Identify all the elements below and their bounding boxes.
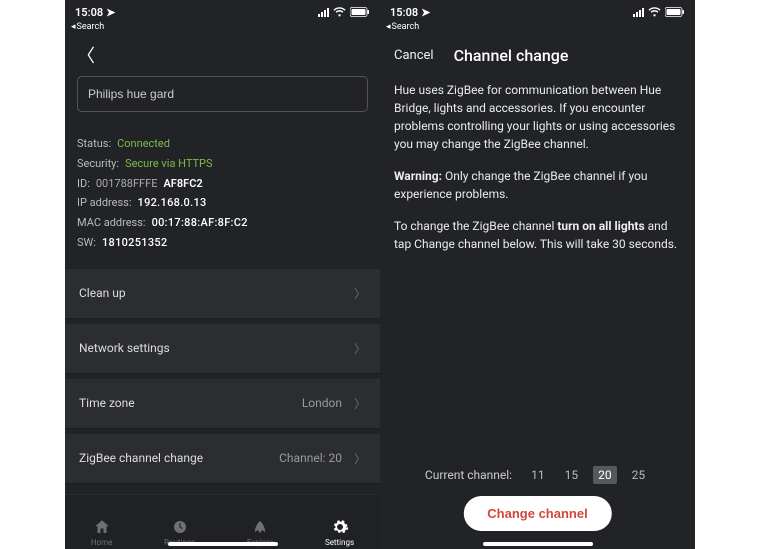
time-zone-row[interactable]: Time zone London 〉 bbox=[65, 379, 380, 429]
channel-15[interactable]: 15 bbox=[560, 466, 584, 484]
row-label: Clean up bbox=[79, 286, 126, 300]
clock-icon bbox=[171, 518, 189, 536]
wifi-icon bbox=[648, 7, 661, 17]
tab-bar: Home Routines Explore Settings bbox=[65, 494, 380, 549]
tab-settings[interactable]: Settings bbox=[325, 518, 354, 547]
signal-icon bbox=[318, 8, 329, 17]
timezone-value: London bbox=[302, 396, 342, 410]
page-title: Channel change bbox=[454, 46, 569, 65]
network-settings-row[interactable]: Network settings 〉 bbox=[65, 324, 380, 374]
home-icon bbox=[93, 518, 111, 536]
battery-icon bbox=[665, 7, 685, 17]
channel-change-screen: 15:08➤ Search Cancel Channel change Hue … bbox=[380, 0, 695, 549]
bridge-name-input[interactable] bbox=[77, 76, 368, 112]
channel-20[interactable]: 20 bbox=[593, 466, 617, 484]
status-bar: 15:08➤ bbox=[65, 0, 380, 22]
tab-label: Home bbox=[91, 538, 113, 547]
tab-label: Settings bbox=[325, 538, 354, 547]
bridge-id: AF8FC2 bbox=[163, 174, 202, 194]
signal-icon bbox=[633, 8, 644, 17]
channel-25[interactable]: 25 bbox=[627, 466, 651, 484]
chevron-right-icon: 〉 bbox=[354, 395, 366, 412]
back-to-search[interactable]: Search bbox=[380, 22, 695, 36]
home-indicator[interactable] bbox=[483, 542, 593, 546]
status-bar: 15:08➤ bbox=[380, 0, 695, 22]
settings-screen: 15:08➤ Search 〈 Status:Connected Securit… bbox=[65, 0, 380, 549]
battery-icon bbox=[350, 7, 370, 17]
back-to-search[interactable]: Search bbox=[65, 22, 380, 36]
ip-address: 192.168.0.13 bbox=[138, 193, 207, 213]
cancel-button[interactable]: Cancel bbox=[394, 48, 434, 63]
channel-selector: Current channel: 11 15 20 25 bbox=[380, 466, 695, 484]
row-label: Network settings bbox=[79, 341, 170, 355]
chevron-right-icon: 〉 bbox=[354, 285, 366, 302]
security-value: Secure via HTTPS bbox=[125, 154, 212, 174]
tab-home[interactable]: Home bbox=[91, 518, 113, 547]
rocket-icon bbox=[251, 518, 269, 536]
row-label: ZigBee channel change bbox=[79, 451, 203, 465]
home-indicator[interactable] bbox=[168, 542, 278, 546]
zigbee-channel-row[interactable]: ZigBee channel change Channel: 20 〉 bbox=[65, 434, 380, 484]
time: 15:08 bbox=[390, 6, 418, 19]
location-icon: ➤ bbox=[421, 6, 430, 19]
sw-version: 1810251352 bbox=[102, 233, 168, 253]
mac-address: 00:17:88:AF:8F:C2 bbox=[152, 213, 248, 233]
current-channel-label: Current channel: bbox=[425, 468, 512, 482]
bridge-info: Status:Connected Security:Secure via HTT… bbox=[77, 134, 368, 253]
back-chevron-icon[interactable]: 〈 bbox=[77, 46, 95, 67]
time: 15:08 bbox=[75, 6, 103, 19]
gear-icon bbox=[331, 518, 349, 536]
zigbee-value: Channel: 20 bbox=[279, 451, 342, 465]
row-label: Time zone bbox=[79, 396, 135, 410]
wifi-icon bbox=[333, 7, 346, 17]
change-channel-button[interactable]: Change channel bbox=[463, 496, 611, 531]
channel-11[interactable]: 11 bbox=[526, 466, 550, 484]
location-icon: ➤ bbox=[106, 6, 115, 19]
chevron-right-icon: 〉 bbox=[354, 450, 366, 467]
clean-up-row[interactable]: Clean up 〉 bbox=[65, 269, 380, 319]
description: Hue uses ZigBee for communication betwee… bbox=[380, 77, 695, 271]
chevron-right-icon: 〉 bbox=[354, 340, 366, 357]
status-value: Connected bbox=[117, 134, 170, 154]
